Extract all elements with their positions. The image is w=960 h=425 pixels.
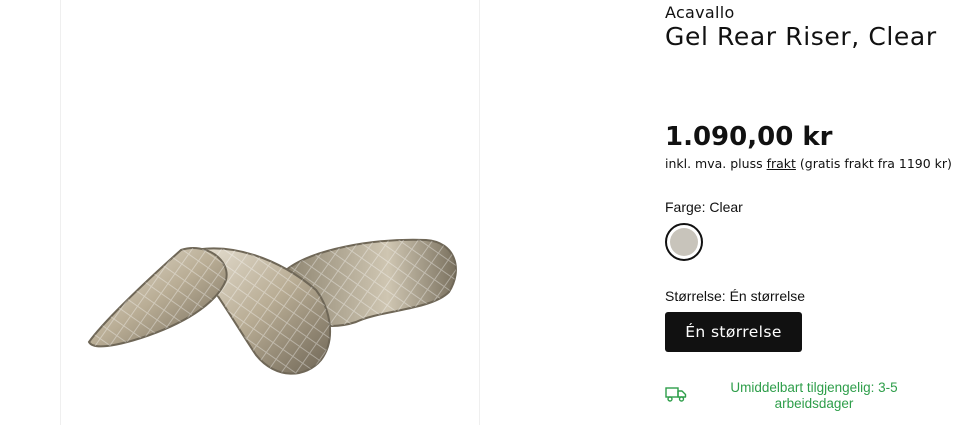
product-price: 1.090,00 kr	[665, 122, 833, 152]
tax-shipping-info: inkl. mva. pluss frakt (gratis frakt fra…	[665, 156, 952, 171]
availability-info: Umiddelbart tilgjengelig: 3-5 arbeidsdag…	[665, 380, 955, 414]
brand-name[interactable]: Acavallo	[665, 3, 735, 22]
truck-icon	[665, 387, 687, 402]
size-label: Størrelse: Én størrelse	[665, 288, 806, 304]
product-title: Gel Rear Riser, Clear	[665, 22, 937, 51]
tax-prefix: inkl. mva. pluss	[665, 156, 763, 171]
color-swatch-clear[interactable]	[665, 223, 703, 261]
size-option-button[interactable]: Én størrelse	[665, 312, 802, 352]
product-image[interactable]	[81, 230, 461, 390]
product-gallery	[60, 0, 480, 425]
shipping-link[interactable]: frakt	[767, 156, 796, 171]
tax-suffix: (gratis frakt fra 1190 kr)	[799, 156, 952, 171]
color-label: Farge: Clear	[665, 199, 743, 215]
availability-text: Umiddelbart tilgjengelig: 3-5 arbeidsdag…	[730, 380, 898, 411]
swatch-fill	[670, 228, 698, 256]
